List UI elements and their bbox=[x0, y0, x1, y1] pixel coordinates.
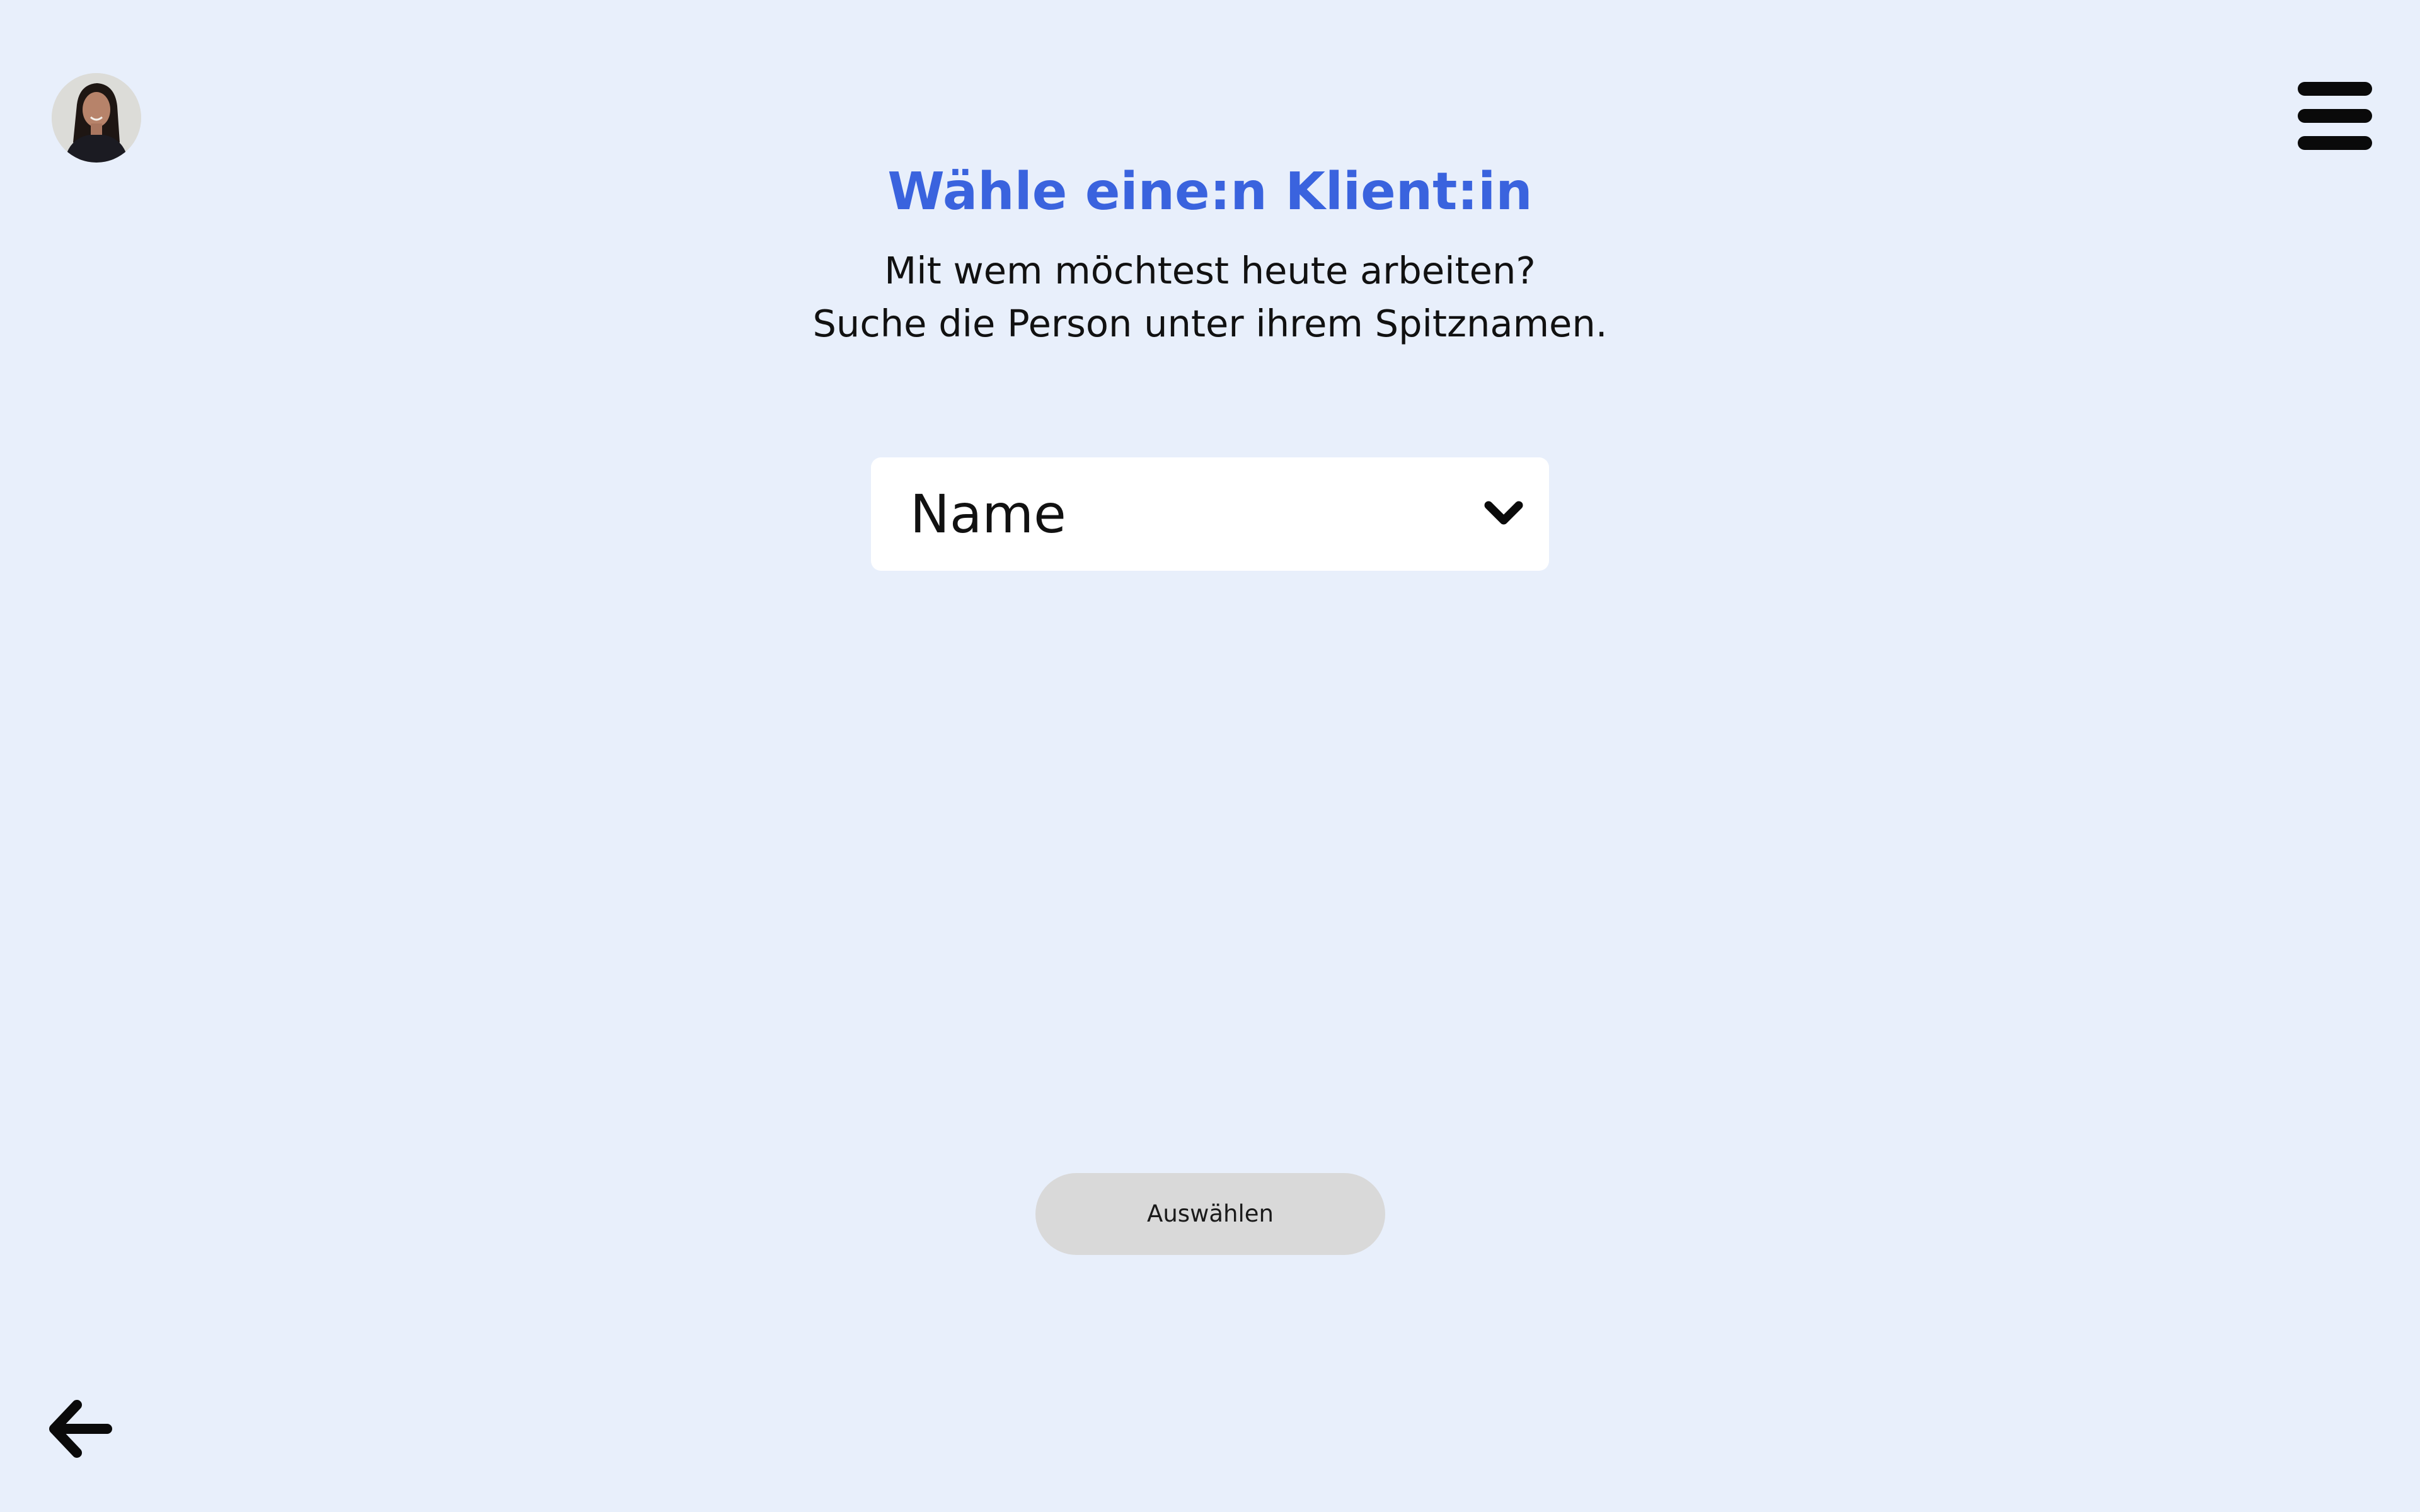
menu-bar bbox=[2298, 109, 2372, 123]
select-value: Name bbox=[910, 483, 1066, 545]
page-title: Wähle eine:n Klient:in bbox=[887, 162, 1533, 222]
avatar[interactable] bbox=[52, 73, 141, 163]
arrow-left-icon bbox=[49, 1400, 112, 1458]
menu-bar bbox=[2298, 136, 2372, 150]
client-name-select[interactable]: Name bbox=[871, 457, 1549, 571]
back-button[interactable] bbox=[47, 1397, 112, 1460]
hamburger-menu-icon[interactable] bbox=[2298, 79, 2372, 152]
subtitle-line-1: Mit wem möchtest heute arbeiten? bbox=[884, 249, 1536, 292]
subtitle-line-2: Suche die Person unter ihrem Spitznamen. bbox=[812, 302, 1608, 345]
select-client-button[interactable]: Auswählen bbox=[1035, 1173, 1385, 1255]
page-subtitle: Mit wem möchtest heute arbeiten? Suche d… bbox=[0, 244, 2420, 350]
menu-bar bbox=[2298, 82, 2372, 96]
chevron-down-icon bbox=[1484, 501, 1523, 525]
avatar-photo bbox=[52, 73, 141, 163]
